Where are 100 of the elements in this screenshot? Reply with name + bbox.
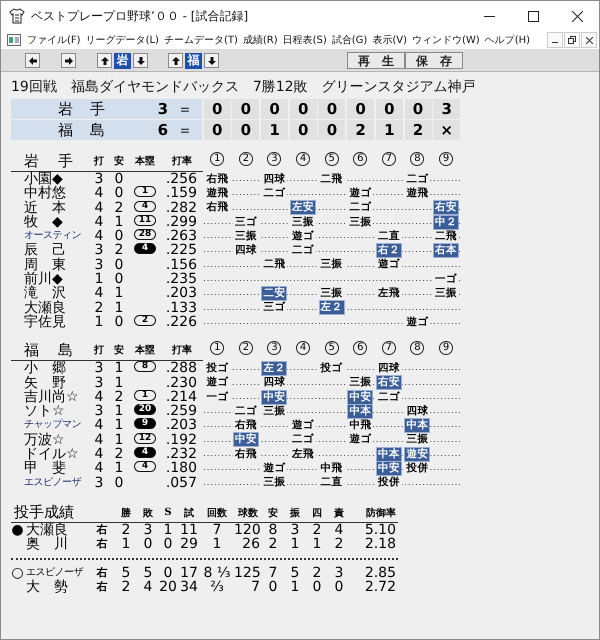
menu-item[interactable]: 日程表(S): [282, 33, 327, 47]
menu-item[interactable]: リーグデータ(L): [86, 33, 159, 47]
stat-value: 120: [234, 522, 262, 537]
save-button[interactable]: 保 存: [405, 52, 463, 69]
column-header: 四: [306, 504, 328, 523]
hits-count: 0: [114, 172, 124, 186]
inning-score: 0: [204, 120, 231, 140]
previous-button[interactable]: [25, 53, 40, 68]
player-name: ドイル☆: [23, 447, 80, 462]
batting-average: .232: [164, 447, 198, 462]
home-run-count: 9: [134, 418, 156, 430]
column-header: 安: [109, 151, 129, 172]
stat-value: 4: [334, 522, 344, 537]
close-icon[interactable]: [586, 36, 592, 44]
inning-number: 1: [210, 152, 224, 166]
menu-item[interactable]: ファイル(F): [27, 33, 81, 47]
decision-mark: ○: [11, 564, 24, 581]
pitcher-name: 大 勢: [25, 580, 69, 594]
at-bat-result: 二飛: [261, 258, 288, 272]
stat-value: 2.85: [364, 566, 397, 580]
stat-value: 5: [142, 566, 154, 580]
player-name: 中村悠: [23, 186, 67, 201]
stat-value: 34: [179, 580, 199, 594]
total-runs: 3: [158, 100, 168, 118]
replay-button[interactable]: 再 生: [347, 52, 405, 69]
player-name: 吉川尚☆: [23, 390, 80, 404]
team-button[interactable]: 福: [185, 52, 202, 68]
at-bat-result: 三振: [404, 433, 430, 446]
throwing-hand: 右: [96, 566, 108, 580]
menu-item[interactable]: ヘルプ(H): [484, 33, 530, 47]
menu-item[interactable]: 試合(G): [332, 33, 368, 47]
down-arrow-icon: [206, 56, 216, 66]
at-bats-count: 4: [94, 200, 104, 215]
at-bat-result: 三振: [318, 287, 345, 300]
home-run-count: 12: [134, 432, 156, 444]
minimize-button[interactable]: [547, 32, 563, 48]
stat-value: 2: [120, 580, 132, 594]
close-button[interactable]: [581, 32, 597, 48]
hits-count: 2: [114, 200, 124, 215]
down-button[interactable]: [204, 53, 219, 68]
stat-value: 26: [241, 536, 261, 551]
at-bat-result: 四球: [404, 404, 430, 418]
batting-average: .214: [164, 390, 198, 404]
stat-value: 1: [162, 522, 174, 537]
inning-score: 0: [404, 99, 432, 119]
inning-score: 2: [404, 120, 432, 140]
team-name: 岩 手: [11, 151, 89, 172]
player-name: 万波☆: [23, 432, 66, 448]
window-title: ベストプレープロ野球’００ - [試合記録]: [31, 8, 250, 24]
at-bat-result: 遊安: [404, 446, 430, 462]
column-header: 振: [284, 504, 306, 523]
at-bat-result: 三振: [232, 230, 259, 243]
stat-value: 2: [268, 536, 278, 551]
player-name: ソト☆: [23, 404, 66, 418]
throwing-hand: 右: [96, 522, 108, 537]
team-name: 岩 手: [58, 100, 106, 118]
column-header: 安: [262, 504, 284, 523]
maximize-icon[interactable]: [528, 10, 538, 22]
at-bats-count: 4: [94, 186, 104, 201]
at-bat-result: 二飛: [433, 230, 460, 243]
batting-average: .133: [164, 300, 198, 315]
menu-item[interactable]: チームデータ(T): [164, 33, 238, 47]
restore-button[interactable]: [564, 32, 580, 48]
at-bat-result: 中本: [347, 404, 374, 419]
down-button[interactable]: [133, 53, 148, 68]
at-bats-count: 4: [94, 390, 104, 404]
at-bat-result: 投併: [376, 476, 402, 490]
inning-number: 4: [296, 340, 310, 355]
up-button[interactable]: [97, 53, 112, 68]
throwing-hand: 右: [96, 536, 108, 551]
team-button[interactable]: 岩: [114, 52, 131, 68]
close-icon[interactable]: [572, 10, 582, 22]
restore-icon[interactable]: [568, 36, 576, 44]
next-button[interactable]: [61, 53, 76, 68]
at-bat-result: 中安: [261, 390, 288, 405]
inning-score: 0: [290, 120, 317, 140]
inning-score: 2: [347, 120, 374, 140]
home-run-count: 1: [134, 186, 156, 198]
up-button[interactable]: [168, 53, 183, 68]
stat-value: 2: [334, 536, 344, 551]
at-bat-result: 三振: [318, 258, 345, 272]
equals-sign: ＝: [178, 100, 192, 118]
at-bat-result: 遊飛: [404, 186, 430, 200]
menu-item[interactable]: 表示(V): [372, 33, 407, 47]
pitcher-name: エスピノーザ: [25, 566, 84, 579]
stat-value: 125: [234, 566, 262, 580]
batting-average: .256: [164, 172, 198, 186]
home-run-count: 4: [134, 447, 156, 458]
inning-score: 0: [318, 99, 346, 119]
inning-number: 5: [324, 152, 339, 166]
stat-value: 3: [142, 522, 154, 537]
hits-count: 1: [114, 361, 124, 376]
menu-item[interactable]: 成績(R): [242, 33, 278, 47]
stat-value: 29: [179, 536, 199, 551]
at-bat-result: 左飛: [290, 448, 316, 461]
batting-average: .235: [164, 272, 198, 286]
at-bat-result: 中飛: [318, 462, 345, 475]
at-bat-result: 右飛: [232, 448, 259, 461]
menu-item[interactable]: ウィンドウ(W): [412, 33, 480, 47]
inning-number: 2: [238, 152, 253, 166]
